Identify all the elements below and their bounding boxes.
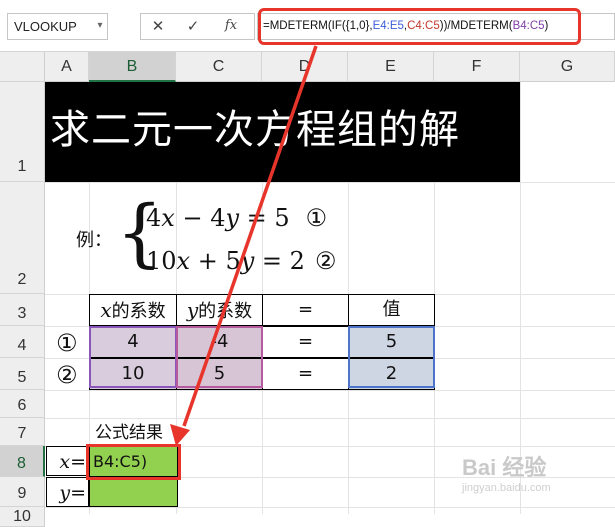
row-header-7[interactable]: 7 [0,418,45,446]
column-header-d[interactable]: D [262,52,348,82]
column-header-c[interactable]: C [176,52,262,82]
table-header-y-coef[interactable]: y的系数 [176,294,263,326]
eq-op: + 5 [190,247,241,275]
header-var-x: x [100,298,112,322]
range-outline-e4-e5 [348,326,435,388]
cell-b9[interactable] [89,477,178,507]
row-header-5[interactable]: 5 [0,358,45,390]
header-suffix: 的系数 [111,301,166,322]
watermark: Bai 经验 jingyan.baidu.com [462,450,612,510]
column-header-g[interactable]: G [520,52,615,82]
result-label: 公式结果 [95,423,163,443]
row-mark: ② [56,361,78,389]
formula-highlight-box [258,8,581,45]
gridline [45,418,615,419]
eq-rest: = 2 [254,247,305,275]
table-header-equals[interactable]: = [262,294,349,326]
range-outline-b4-b5 [89,326,177,388]
header-var-y: y [186,298,199,322]
name-box[interactable]: VLOOKUP [7,13,108,40]
column-header-e[interactable]: E [348,52,434,82]
range-outline-c4-c5 [176,326,263,388]
eq-coef: 4 [146,204,162,232]
eq-op: − 4 [174,204,226,232]
row-header-8[interactable]: 8 [0,446,45,477]
column-header-b[interactable]: B [89,52,176,82]
cell-d4[interactable]: = [262,326,349,358]
gridline [45,182,615,183]
table-header-x-coef[interactable]: x的系数 [89,294,177,326]
watermark-logo: Bai 经验 [462,455,547,480]
eq-coef: 10 [146,247,177,275]
row-header-2[interactable]: 2 [0,182,45,294]
column-header-a[interactable]: A [45,52,89,82]
page-title: 求二元一次方程组的解 [50,107,460,153]
eq-rest: = 5 [239,204,290,232]
chevron-down-icon[interactable]: ▾ [94,16,106,36]
insert-function-icon[interactable]: fx [219,16,243,36]
equation-2: 10x + 5y = 2 ② [146,243,386,279]
gridline [45,390,615,391]
x-label-cell[interactable]: x= [46,446,89,476]
eq-var-x: x [161,204,175,232]
row-header-4[interactable]: 4 [0,326,45,358]
row-header-3[interactable]: 3 [0,294,45,326]
eq-mark: ① [305,204,328,232]
header-suffix: 的系数 [198,301,253,322]
row-header-9[interactable]: 9 [0,477,45,507]
result-highlight-box [86,444,181,480]
brace-symbol: { [116,190,164,276]
eq-mark: ② [314,247,337,275]
cancel-icon[interactable]: ✕ [146,16,170,36]
eq-var-y: y [240,247,255,275]
watermark-url: jingyan.baidu.com [462,482,551,494]
row-header-1[interactable]: 1 [0,82,45,182]
row-mark: ① [56,329,78,357]
equation-1: 4x − 4y = 5 ① [146,200,386,236]
enter-check-icon[interactable]: ✓ [181,16,205,36]
eq-var-y: y [225,204,240,232]
row-header-10[interactable]: 10 [0,507,45,527]
x-label: x= [59,451,86,473]
cell-d5[interactable]: = [262,358,349,390]
y-label: y= [59,482,86,504]
y-label-cell[interactable]: y= [46,477,89,507]
eq-var-x: x [176,247,191,275]
select-all-corner[interactable] [0,52,45,82]
row-header-6[interactable]: 6 [0,390,45,418]
table-header-value[interactable]: 值 [348,294,435,326]
column-header-f[interactable]: F [434,52,520,82]
